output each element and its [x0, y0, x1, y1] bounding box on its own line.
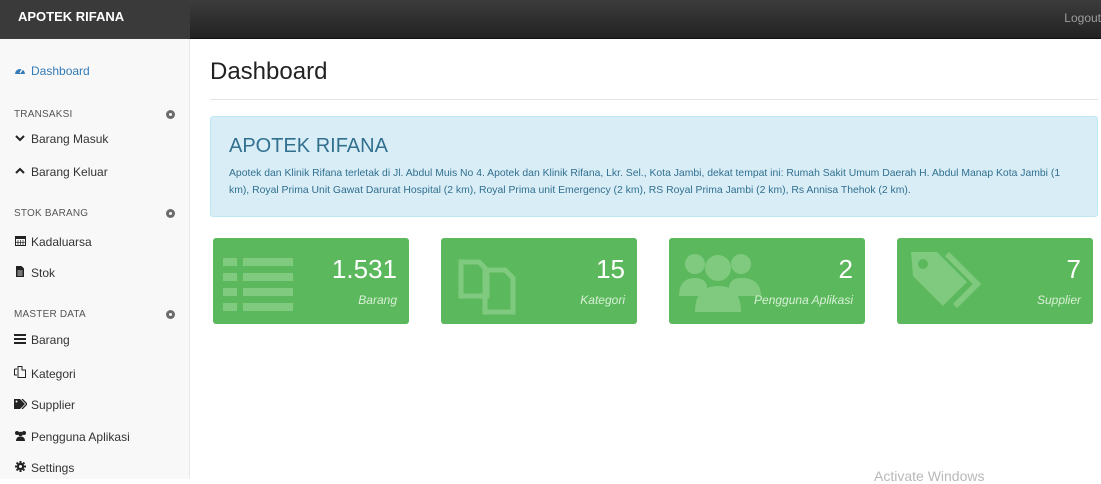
logout-link[interactable]: Logout — [1064, 11, 1101, 25]
tags-icon — [911, 251, 982, 309]
calendar-icon — [14, 235, 26, 249]
copy-icon — [14, 366, 26, 381]
activate-windows-watermark: Activate Windows — [874, 468, 985, 484]
section-heading-stok-barang: STOK BARANG — [14, 208, 89, 219]
info-panel: APOTEK RIFANA Apotek dan Klinik Rifana t… — [210, 116, 1098, 217]
sidebar-item-label: Stok — [31, 266, 56, 280]
users-icon — [14, 430, 26, 444]
stat-label: Pengguna Aplikasi — [754, 293, 853, 307]
sidebar-item-supplier[interactable]: Supplier — [14, 398, 75, 412]
file-icon — [14, 266, 26, 280]
sidebar-item-dashboard[interactable]: Dashboard — [14, 64, 90, 78]
stat-value: 7 — [1066, 254, 1081, 284]
top-navbar: APOTEK RIFANA Logout — [0, 0, 1101, 39]
brand-logo[interactable]: APOTEK RIFANA — [0, 0, 190, 39]
sidebar-item-kadaluarsa[interactable]: Kadaluarsa — [14, 235, 92, 249]
info-description: Apotek dan Klinik Rifana terletak di Jl.… — [229, 168, 1061, 196]
stat-card-supplier[interactable]: 7 Supplier — [897, 238, 1093, 324]
sidebar-item-label: Barang — [31, 333, 70, 347]
sidebar-item-label: Barang Masuk — [31, 132, 109, 146]
sidebar-item-settings[interactable]: Settings — [14, 461, 74, 475]
sidebar-item-barang[interactable]: Barang — [14, 333, 70, 347]
sidebar-item-label: Pengguna Aplikasi — [31, 430, 130, 444]
stat-value: 1.531 — [331, 254, 397, 284]
sidebar-item-label: Barang Keluar — [31, 165, 108, 179]
divider — [210, 99, 1098, 100]
list-icon — [14, 333, 26, 347]
sidebar-item-barang-keluar[interactable]: Barang Keluar — [14, 165, 108, 179]
stat-card-barang[interactable]: 1.531 Barang — [213, 238, 409, 324]
page-title: Dashboard — [210, 58, 328, 85]
info-title: APOTEK RIFANA — [229, 135, 388, 157]
stat-value: 15 — [596, 254, 625, 284]
section-toggle-stok-barang[interactable] — [166, 209, 175, 218]
stat-value: 2 — [838, 254, 853, 284]
sidebar-item-stok[interactable]: Stok — [14, 266, 55, 280]
sidebar-item-label: Kadaluarsa — [31, 235, 92, 249]
section-heading-master-data: MASTER DATA — [14, 309, 86, 320]
chevron-up-icon — [14, 166, 26, 178]
gear-icon — [14, 461, 26, 475]
users-icon — [679, 254, 761, 312]
sidebar — [0, 39, 190, 479]
sidebar-item-label: Supplier — [31, 398, 76, 412]
section-toggle-master-data[interactable] — [166, 310, 175, 319]
sidebar-item-pengguna-aplikasi[interactable]: Pengguna Aplikasi — [14, 430, 130, 444]
sidebar-item-label: Kategori — [31, 366, 76, 381]
stat-label: Barang — [358, 293, 397, 307]
sidebar-item-label: Dashboard — [31, 64, 90, 78]
copy-icon — [458, 259, 516, 315]
stat-label: Supplier — [1036, 293, 1081, 307]
sidebar-item-barang-masuk[interactable]: Barang Masuk — [14, 132, 108, 146]
chevron-down-icon — [14, 133, 26, 145]
dashboard-icon — [14, 65, 26, 78]
section-heading-transaksi: TRANSAKSI — [14, 109, 73, 120]
stat-label: Kategori — [580, 293, 625, 307]
stat-card-pengguna-aplikasi[interactable]: 2 Pengguna Aplikasi — [669, 238, 865, 324]
stat-card-kategori[interactable]: 15 Kategori — [441, 238, 637, 324]
tags-icon — [14, 398, 28, 412]
sidebar-item-kategori[interactable]: Kategori — [14, 366, 76, 381]
list-icon — [223, 258, 293, 311]
section-toggle-transaksi[interactable] — [166, 110, 175, 119]
sidebar-item-label: Settings — [31, 461, 75, 475]
